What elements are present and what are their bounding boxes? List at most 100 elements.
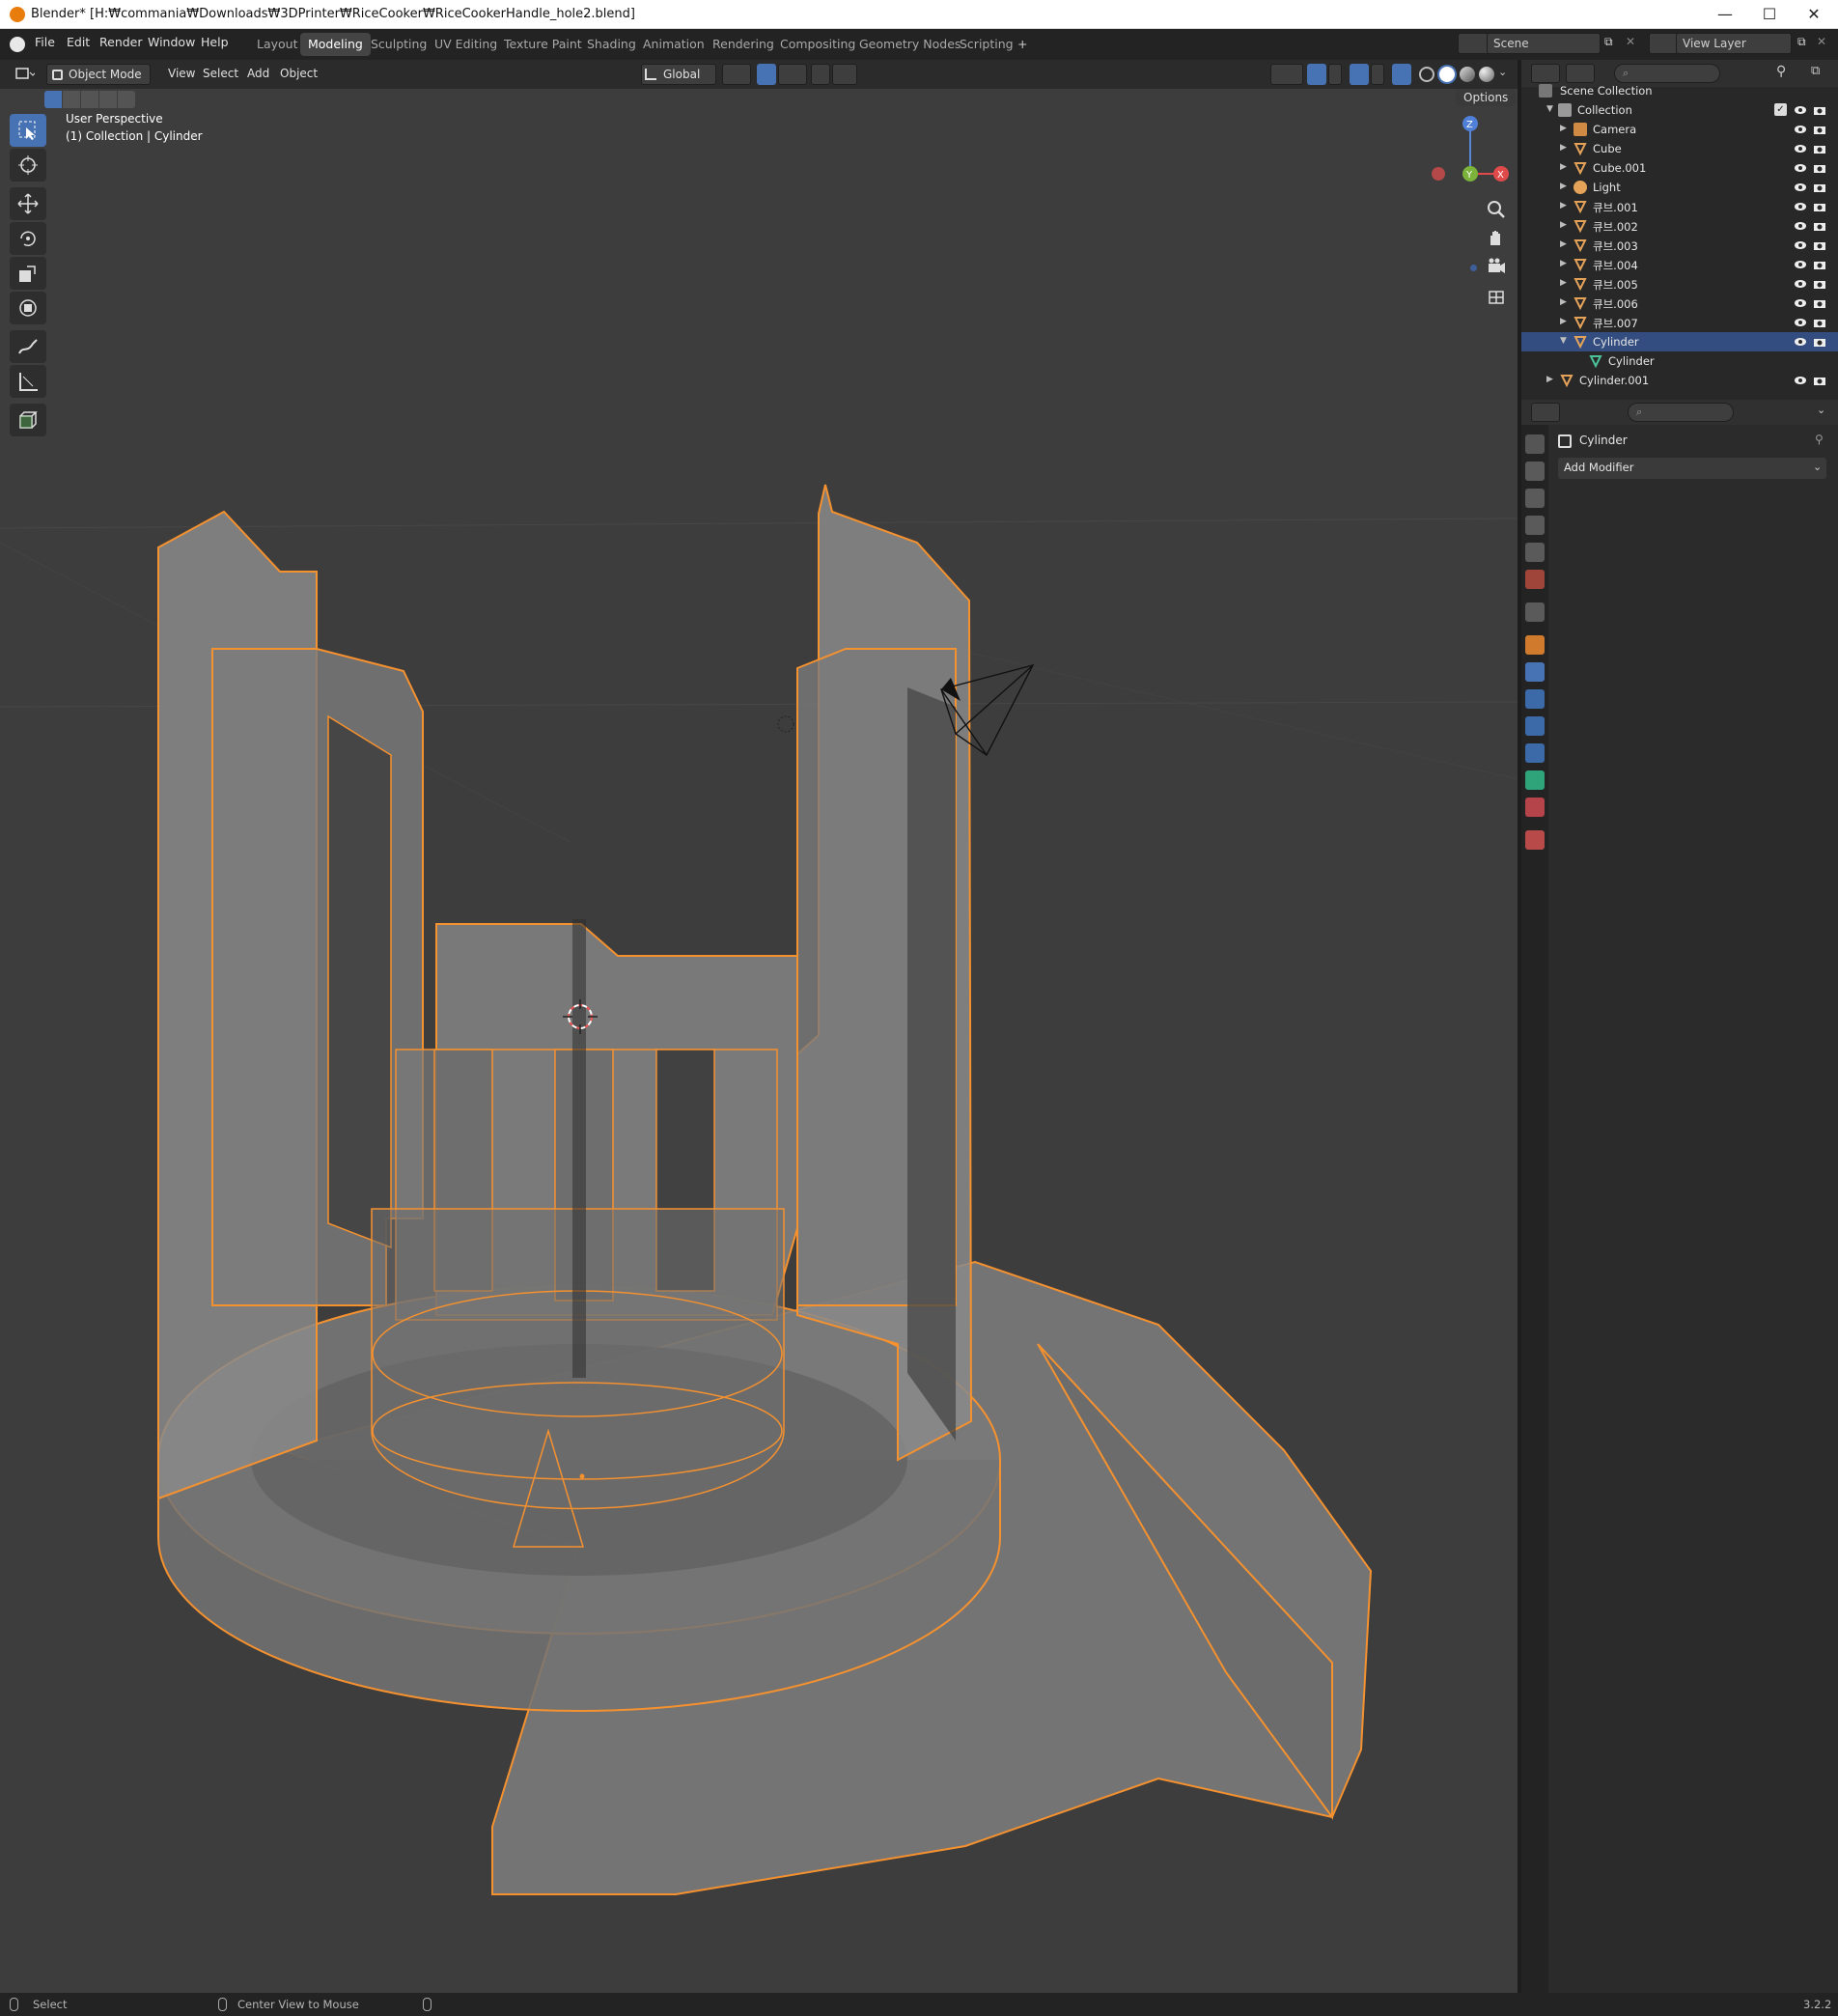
expand-arrow-icon[interactable]: ▶ (1560, 259, 1567, 268)
render-camera-icon[interactable] (1813, 335, 1826, 349)
overlays-dropdown-icon[interactable] (1371, 64, 1384, 85)
eye-icon[interactable] (1794, 238, 1807, 252)
eye-icon[interactable] (1794, 335, 1807, 349)
add-modifier-dropdown[interactable]: Add Modifier (1558, 458, 1826, 479)
outliner-row-object[interactable]: ▶ Cylinder.001 (1521, 371, 1838, 390)
render-camera-icon[interactable] (1813, 238, 1826, 252)
outliner-row-object[interactable]: ▶ 큐브.006 (1521, 294, 1838, 313)
tab-layout[interactable]: Layout (249, 33, 306, 56)
blender-menu-icon[interactable] (10, 37, 25, 52)
outliner-search-input[interactable]: ⌕ (1614, 64, 1720, 83)
show-overlays-icon[interactable] (1350, 64, 1369, 85)
render-camera-icon[interactable] (1813, 200, 1826, 213)
render-camera-icon[interactable] (1813, 219, 1826, 233)
filter-icon[interactable]: ⚲ (1776, 64, 1786, 79)
physics-tab-icon[interactable] (1525, 716, 1545, 736)
expand-arrow-icon[interactable]: ▶ (1560, 124, 1567, 133)
render-camera-icon[interactable] (1813, 161, 1826, 175)
modifier-tab-icon[interactable] (1525, 662, 1545, 682)
menu-help[interactable]: Help (201, 35, 229, 49)
menu-window[interactable]: Window (148, 35, 195, 49)
shading-wireframe-icon[interactable] (1419, 67, 1434, 82)
tab-shading[interactable]: Shading (579, 33, 644, 56)
render-camera-icon[interactable] (1813, 296, 1826, 310)
outliner-row-object[interactable]: ▶ 큐브.005 (1521, 274, 1838, 294)
eye-icon[interactable] (1794, 316, 1807, 329)
view-layer-selector-icon[interactable] (1649, 33, 1678, 54)
add-modifier-chevron-icon[interactable]: ⌄ (1813, 461, 1822, 473)
outliner-row-object[interactable]: ▶ Camera (1521, 120, 1838, 139)
tab-texture-paint[interactable]: Texture Paint (496, 33, 590, 56)
texture-tab-icon[interactable] (1525, 830, 1545, 850)
properties-options-icon[interactable]: ⌄ (1817, 404, 1825, 416)
expand-arrow-icon[interactable]: ▼ (1546, 104, 1553, 114)
view-layer-remove-icon[interactable]: ✕ (1817, 35, 1826, 48)
outliner-row-collection[interactable]: ▼ Collection ✓ (1521, 100, 1838, 120)
eye-icon[interactable] (1794, 161, 1807, 175)
eye-icon[interactable] (1794, 103, 1807, 117)
menu-object[interactable]: Object (272, 64, 325, 85)
world-tab-icon[interactable] (1525, 570, 1545, 589)
close-button[interactable]: ✕ (1792, 0, 1836, 29)
expand-arrow-icon[interactable]: ▼ (1560, 336, 1567, 346)
snap-toggle-icon[interactable] (757, 64, 776, 85)
expand-arrow-icon[interactable]: ▶ (1560, 182, 1567, 191)
render-camera-icon[interactable] (1813, 258, 1826, 271)
eye-icon[interactable] (1794, 296, 1807, 310)
tab-uv-editing[interactable]: UV Editing (427, 33, 505, 56)
add-workspace-button[interactable]: + (1010, 33, 1035, 56)
tab-animation[interactable]: Animation (635, 33, 712, 56)
outliner-row-object[interactable]: ▶ 큐브.004 (1521, 255, 1838, 274)
outliner-row-object[interactable]: ▶ 큐브.003 (1521, 236, 1838, 255)
render-camera-icon[interactable] (1813, 142, 1826, 155)
menu-render[interactable]: Render (99, 35, 143, 49)
eye-icon[interactable] (1794, 374, 1807, 387)
display-mode-icon[interactable] (1566, 64, 1595, 83)
visibility-selectability-icon[interactable] (1270, 64, 1303, 85)
eye-icon[interactable] (1794, 277, 1807, 291)
expand-arrow-icon[interactable]: ▶ (1546, 375, 1553, 384)
tab-sculpting[interactable]: Sculpting (363, 33, 434, 56)
outliner-row-object[interactable]: ▶ Cube (1521, 139, 1838, 158)
render-camera-icon[interactable] (1813, 374, 1826, 387)
eye-icon[interactable] (1794, 123, 1807, 136)
view-layer-new-icon[interactable]: ⧉ (1797, 35, 1806, 49)
material-tab-icon[interactable] (1525, 798, 1545, 817)
view-layer-tab-icon[interactable] (1525, 516, 1545, 535)
maximize-button[interactable]: ☐ (1747, 0, 1792, 29)
outliner-row-object[interactable]: ▼ Cylinder (1521, 332, 1838, 351)
gizmo-dropdown-icon[interactable] (1328, 64, 1342, 85)
eye-icon[interactable] (1794, 181, 1807, 194)
pivot-point-icon[interactable] (722, 64, 751, 85)
new-collection-icon[interactable]: ⧉ (1811, 64, 1820, 78)
outliner-row-scene-collection[interactable]: Scene Collection (1521, 81, 1838, 100)
outliner-row-object[interactable]: ▶ 큐브.002 (1521, 216, 1838, 236)
proportional-edit-icon[interactable] (811, 64, 830, 85)
shading-material-icon[interactable] (1460, 67, 1475, 82)
properties-search-input[interactable]: ⌕ (1628, 403, 1734, 422)
eye-icon[interactable] (1794, 200, 1807, 213)
shading-dropdown-icon[interactable]: ⌄ (1498, 66, 1507, 78)
shading-solid-icon[interactable] (1437, 65, 1457, 84)
pin-icon[interactable]: ⚲ (1815, 433, 1824, 446)
eye-icon[interactable] (1794, 258, 1807, 271)
expand-arrow-icon[interactable]: ▶ (1560, 297, 1567, 307)
object-tab-icon[interactable] (1525, 635, 1545, 655)
eye-icon[interactable] (1794, 219, 1807, 233)
render-camera-icon[interactable] (1813, 103, 1826, 117)
collection-tab-icon[interactable] (1525, 602, 1545, 622)
tab-modeling[interactable]: Modeling (300, 33, 371, 56)
scene-new-icon[interactable]: ⧉ (1604, 35, 1613, 49)
xray-toggle-icon[interactable] (1392, 64, 1411, 85)
render-camera-icon[interactable] (1813, 181, 1826, 194)
menu-file[interactable]: File (35, 35, 55, 49)
shading-rendered-icon[interactable] (1479, 67, 1494, 82)
expand-arrow-icon[interactable]: ▶ (1560, 220, 1567, 230)
render-tab-icon[interactable] (1525, 462, 1545, 481)
menu-edit[interactable]: Edit (67, 35, 90, 49)
expand-arrow-icon[interactable]: ▶ (1560, 278, 1567, 288)
constraints-tab-icon[interactable] (1525, 743, 1545, 763)
show-gizmo-icon[interactable] (1307, 64, 1326, 85)
particles-tab-icon[interactable] (1525, 689, 1545, 709)
scene-remove-icon[interactable]: ✕ (1626, 35, 1635, 48)
